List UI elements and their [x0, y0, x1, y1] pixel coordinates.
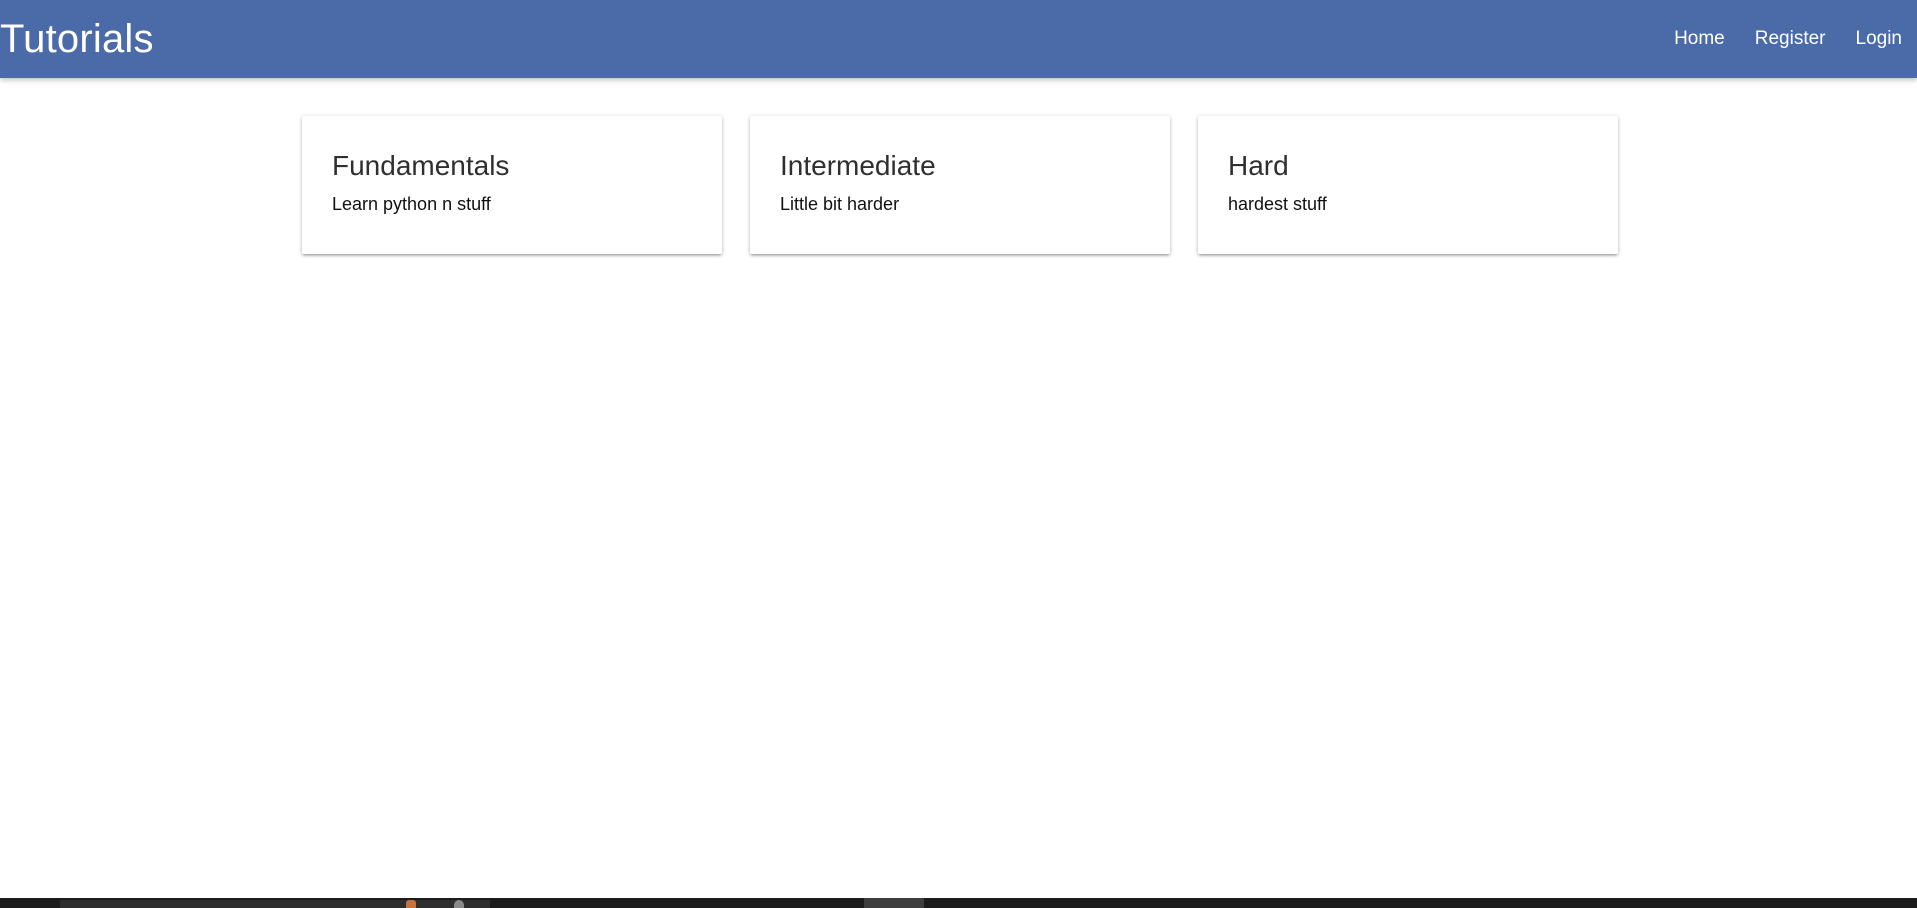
nav-link-login[interactable]: Login	[1841, 0, 1917, 78]
card-title: Intermediate	[780, 150, 936, 181]
tutorial-cards: Fundamentals Learn python n stuff Interm…	[302, 116, 1618, 254]
card-hard[interactable]: Hard hardest stuff	[1198, 116, 1618, 254]
settings-icon[interactable]	[454, 900, 464, 908]
nav-link-home[interactable]: Home	[1659, 0, 1740, 78]
card-text: Little bit harder	[780, 194, 900, 214]
card-text: hardest stuff	[1228, 194, 1327, 214]
card-text: Learn python n stuff	[332, 194, 491, 214]
nav-item-home: Home	[1659, 0, 1740, 78]
taskbar-search-box[interactable]	[60, 900, 490, 908]
card-title: Hard	[1228, 150, 1289, 181]
card-fundamentals[interactable]: Fundamentals Learn python n stuff	[302, 116, 722, 254]
card-title: Fundamentals	[332, 150, 510, 181]
taskbar-active-app[interactable]	[864, 898, 924, 908]
top-navbar: Tutorials Home Register Login	[0, 0, 1917, 78]
nav-links: Home Register Login	[1659, 0, 1917, 78]
page: Tutorials Home Register Login Fundamenta…	[0, 0, 1917, 908]
nav-item-login: Login	[1841, 0, 1917, 78]
card-intermediate[interactable]: Intermediate Little bit harder	[750, 116, 1170, 254]
firefox-icon[interactable]	[406, 900, 416, 908]
brand-logo-link[interactable]: Tutorials	[0, 0, 154, 78]
nav-item-register: Register	[1740, 0, 1841, 78]
nav-link-register[interactable]: Register	[1740, 0, 1841, 78]
os-taskbar	[0, 898, 1917, 908]
